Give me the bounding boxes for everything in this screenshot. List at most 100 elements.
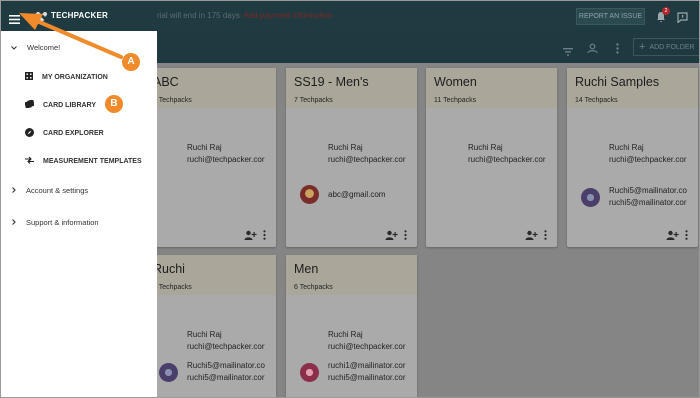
member-info: Ruchi5@mailinator.co ruchi5@mailinator.c…	[581, 185, 699, 209]
techpack-count: 6 Techpacks	[294, 284, 333, 291]
member-details: ruchi1@mailinator.cor ruchi5@mailinator.…	[328, 360, 420, 384]
techpack-count: 3 Techpacks	[153, 97, 192, 104]
folder-card-header: ABC 3 Techpacks	[145, 68, 276, 108]
member-info: ruchi1@mailinator.cor ruchi5@mailinator.…	[300, 360, 420, 384]
support-information-section[interactable]: Support & information	[12, 218, 99, 227]
more-options-icon[interactable]	[616, 41, 619, 59]
owner-name: Ruchi Raj	[328, 330, 363, 339]
add-folder-button[interactable]: + ADD FOLDER	[633, 38, 699, 56]
card-actions	[525, 230, 547, 240]
member-email: abc@gmail.com	[328, 189, 386, 199]
navigation-drawer: Welcome! MY ORGANIZATION CARD LIBRARY CA…	[1, 31, 157, 397]
menu-item-label: CARD EXPLORER	[43, 130, 104, 137]
owner-name: Ruchi Raj	[187, 143, 222, 152]
card-actions	[385, 230, 407, 240]
card-menu-icon[interactable]	[263, 230, 266, 240]
member-email: ruchi5@mailinator.cor	[187, 373, 265, 382]
card-actions	[244, 230, 266, 240]
member-details: Ruchi5@mailinator.co ruchi5@mailinator.c…	[609, 185, 699, 209]
owner-name: Ruchi Raj	[609, 143, 644, 152]
owner-email: ruchi@techpacker.cor	[609, 155, 687, 164]
member-email: ruchi5@mailinator.cor	[609, 198, 687, 207]
folder-card-header: SS19 - Men's 7 Techpacks	[286, 68, 417, 108]
annotation-badge-b: B	[105, 95, 123, 113]
folder-name[interactable]: Ruchi Samples	[575, 75, 690, 89]
menu-item-measurement-templates[interactable]: MEASUREMENT TEMPLATES	[25, 156, 142, 166]
owner-email: ruchi@techpacker.cor	[187, 342, 265, 351]
member-name: Ruchi5@mailinator.co	[187, 361, 265, 370]
folder-card[interactable]: ABC 3 Techpacks Ruchi Raj ruchi@techpack…	[145, 68, 276, 247]
folder-name[interactable]: Men	[294, 262, 409, 276]
annotation-arrow-icon	[19, 13, 123, 59]
account-settings-section[interactable]: Account & settings	[12, 186, 88, 195]
folder-card-header: Men 6 Techpacks	[286, 255, 417, 295]
app-frame: rial will end in 175 days - Add payment …	[0, 0, 700, 398]
library-icon	[24, 99, 35, 110]
menu-item-label: MY ORGANIZATION	[42, 73, 108, 81]
people-icon[interactable]	[587, 41, 598, 59]
menu-item-card-library[interactable]: CARD LIBRARY	[24, 99, 97, 110]
add-person-icon[interactable]	[666, 230, 679, 240]
owner-email: ruchi@techpacker.cor	[328, 342, 406, 351]
folder-name[interactable]: SS19 - Men's	[294, 75, 409, 89]
card-menu-icon[interactable]	[685, 230, 688, 240]
menu-item-my-organization[interactable]: MY ORGANIZATION	[25, 72, 108, 82]
owner-email: ruchi@techpacker.cor	[468, 155, 546, 164]
compass-icon	[25, 128, 34, 139]
owner-email: ruchi@techpacker.cor	[187, 155, 265, 164]
chevron-right-icon	[12, 218, 16, 227]
owner-info: Ruchi Raj ruchi@techpacker.cor	[328, 142, 416, 166]
organization-icon	[25, 72, 33, 82]
add-person-icon[interactable]	[244, 230, 257, 240]
owner-email: ruchi@techpacker.cor	[328, 155, 406, 164]
add-person-icon[interactable]	[385, 230, 398, 240]
avatar	[300, 185, 319, 204]
avatar	[581, 187, 600, 207]
notification-count-badge: 2	[662, 7, 670, 15]
trial-text: rial will end in 175 days	[157, 11, 240, 20]
member-info: abc@gmail.com	[300, 185, 420, 204]
owner-name: Ruchi Raj	[328, 143, 363, 152]
folder-name[interactable]: ABC	[153, 75, 268, 89]
techpack-count: 11 Techpacks	[434, 97, 477, 104]
section-label: Account & settings	[26, 186, 89, 195]
folder-card[interactable]: Women 11 Techpacks Ruchi Raj ruchi@techp…	[426, 68, 557, 247]
card-menu-icon[interactable]	[404, 230, 407, 240]
filter-icon[interactable]	[563, 43, 573, 61]
add-payment-link[interactable]: - Add payment information	[239, 11, 332, 20]
member-email: ruchi5@mailinator.cor	[328, 373, 406, 382]
owner-info: Ruchi Raj ruchi@techpacker.cor	[187, 329, 275, 353]
avatar	[159, 362, 178, 382]
card-actions	[666, 230, 688, 240]
member-name: ruchi1@mailinator.cor	[328, 361, 406, 370]
folder-name[interactable]: Ruchi	[153, 262, 268, 276]
menu-item-label: MEASUREMENT TEMPLATES	[43, 157, 142, 165]
owner-info: Ruchi Raj ruchi@techpacker.cor	[187, 142, 275, 166]
member-info: Ruchi5@mailinator.co ruchi5@mailinator.c…	[159, 360, 279, 384]
menu-item-card-explorer[interactable]: CARD EXPLORER	[25, 128, 104, 139]
techpack-count: 5 Techpacks	[153, 284, 192, 291]
owner-info: Ruchi Raj ruchi@techpacker.cor	[468, 142, 556, 166]
folder-card-header: Ruchi Samples 14 Techpacks	[567, 68, 698, 108]
folder-card[interactable]: Ruchi Samples 14 Techpacks Ruchi Raj ruc…	[567, 68, 698, 247]
add-person-icon[interactable]	[525, 230, 538, 240]
card-menu-icon[interactable]	[544, 230, 547, 240]
member-details: Ruchi5@mailinator.co ruchi5@mailinator.c…	[187, 360, 279, 384]
member-name: Ruchi5@mailinator.co	[609, 186, 687, 195]
measurement-icon	[25, 156, 34, 166]
folder-card[interactable]: Men 6 Techpacks Ruchi Raj ruchi@techpack…	[286, 255, 420, 397]
folder-card-header: Women 11 Techpacks	[426, 68, 557, 108]
folder-card[interactable]: SS19 - Men's 7 Techpacks Ruchi Raj ruchi…	[286, 68, 417, 247]
techpack-count: 14 Techpacks	[575, 97, 618, 104]
section-label: Support & information	[26, 218, 99, 227]
owner-name: Ruchi Raj	[468, 143, 503, 152]
folder-card[interactable]: Ruchi 5 Techpacks Ruchi Raj ruchi@techpa…	[145, 255, 279, 397]
avatar	[300, 362, 319, 382]
report-issue-button[interactable]: REPORT AN ISSUE	[576, 8, 645, 25]
menu-item-label: CARD LIBRARY	[43, 101, 97, 109]
owner-info: Ruchi Raj ruchi@techpacker.cor	[609, 142, 697, 166]
feedback-icon[interactable]	[677, 10, 688, 28]
annotation-badge-a: A	[122, 53, 140, 71]
folder-name[interactable]: Women	[434, 75, 549, 89]
chevron-right-icon	[12, 186, 16, 195]
